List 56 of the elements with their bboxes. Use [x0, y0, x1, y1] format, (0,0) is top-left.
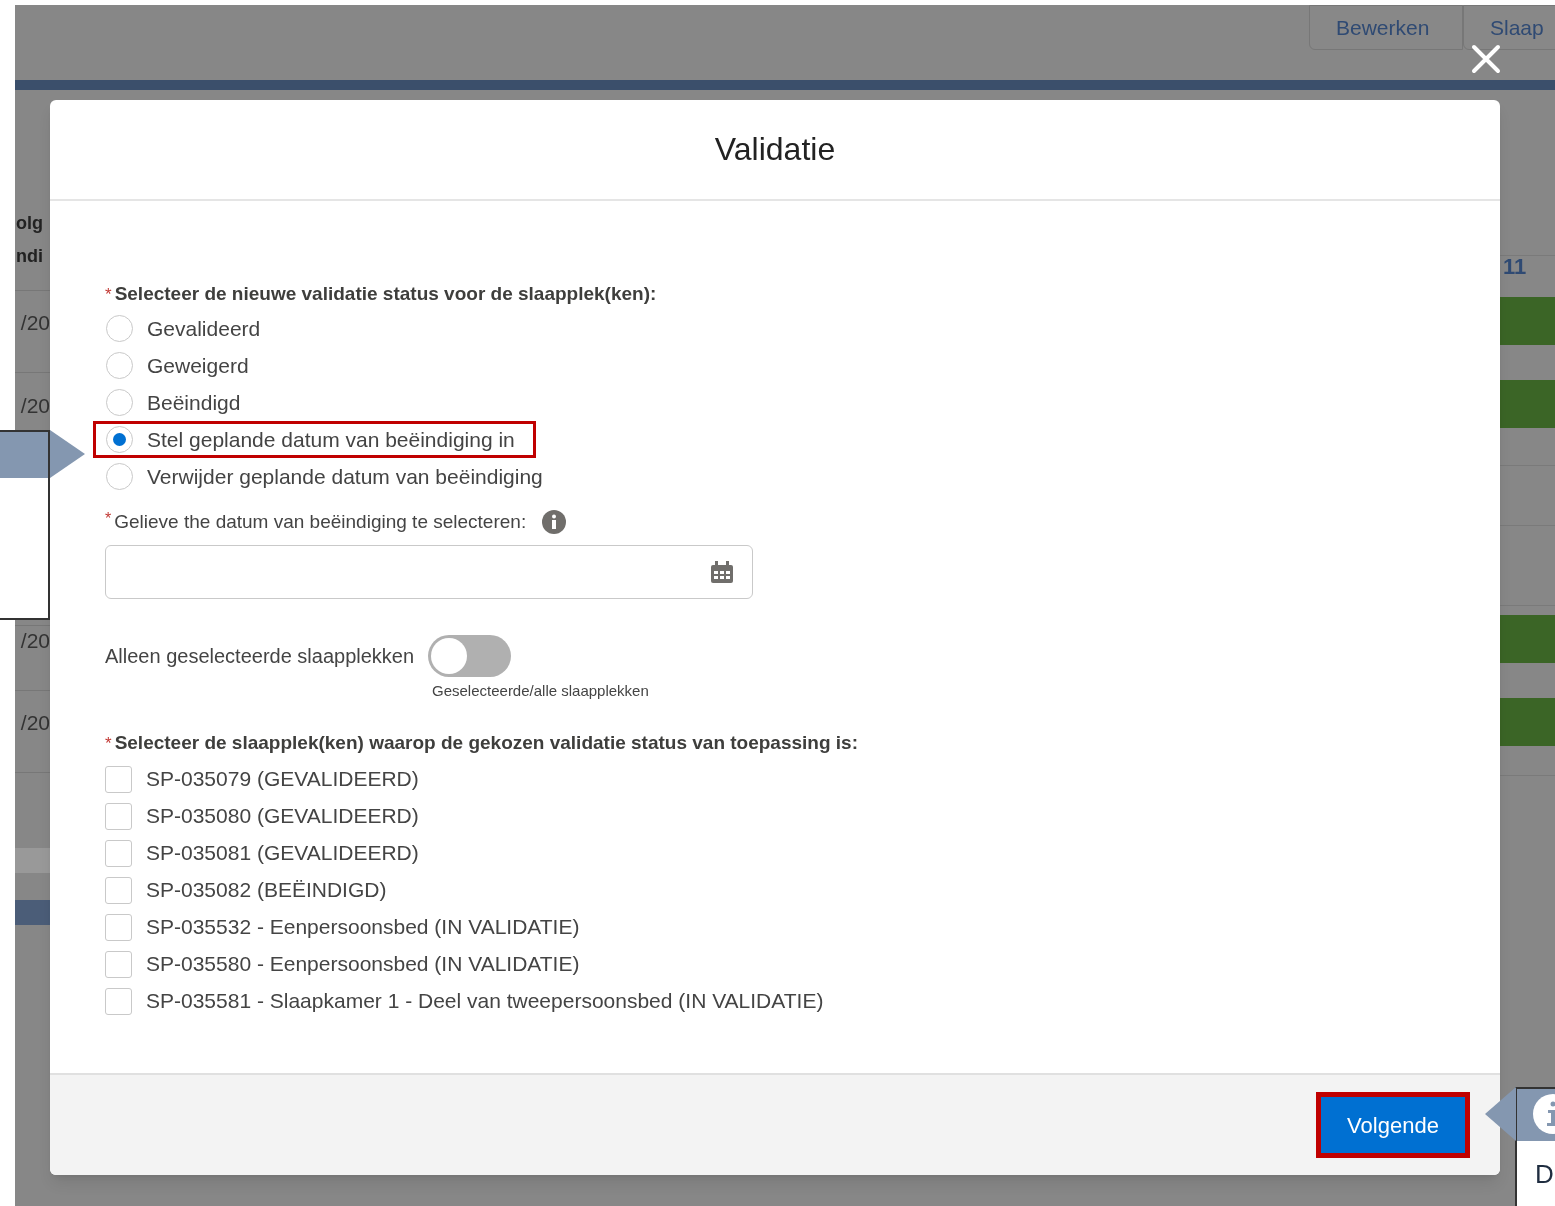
- required-asterisk: *: [105, 732, 112, 755]
- table-cell-text: /20: [19, 310, 50, 336]
- required-asterisk: *: [105, 509, 112, 529]
- toggle-switch[interactable]: [428, 635, 512, 677]
- checkbox[interactable]: [105, 987, 132, 1015]
- table-cell-text: /20: [19, 710, 50, 736]
- checkbox-option[interactable]: SP-035080 (GEVALIDEERD): [105, 797, 419, 835]
- modal-title: Validatie: [714, 129, 836, 169]
- radio-button[interactable]: [106, 426, 133, 453]
- checkbox[interactable]: [105, 839, 132, 867]
- checkbox-option[interactable]: SP-035580 - Eenpersoonsbed (IN VALIDATIE): [105, 945, 580, 983]
- checkbox-option[interactable]: SP-035081 (GEVALIDEERD): [105, 834, 419, 872]
- close-icon[interactable]: [1471, 44, 1501, 74]
- toggle-caption: Geselecteerde/alle slaapplekken: [432, 681, 649, 701]
- next-button[interactable]: Volgende: [1316, 1092, 1470, 1158]
- required-asterisk: *: [105, 284, 112, 306]
- callout-arrow: [1485, 1087, 1516, 1141]
- radio-option[interactable]: Stel geplande datum van beëindiging in: [93, 421, 536, 458]
- booking-bar: [1500, 698, 1555, 746]
- table-cell-text: /20: [19, 628, 50, 654]
- checkbox[interactable]: [105, 913, 132, 941]
- radio-option[interactable]: Geweigerd: [93, 347, 270, 384]
- callout-header: [0, 432, 48, 478]
- booking-bar: [1500, 615, 1555, 663]
- callout-arrow: [50, 430, 85, 478]
- section-bar: [15, 848, 50, 873]
- checkbox-option[interactable]: SP-035082 (BEËINDIGD): [105, 871, 387, 909]
- table-cell-text: /20: [19, 393, 50, 419]
- checkbox[interactable]: [105, 876, 132, 904]
- checkbox[interactable]: [105, 765, 132, 793]
- day-header: 11: [1503, 253, 1527, 281]
- radio-button[interactable]: [106, 352, 133, 379]
- calendar-icon[interactable]: [711, 561, 733, 583]
- radio-option[interactable]: Verwijder geplande datum van beëindiging: [93, 458, 564, 495]
- info-icon: [542, 510, 567, 534]
- column-header-text: olg: [16, 212, 43, 235]
- checkbox-option[interactable]: SP-035532 - Eenpersoonsbed (IN VALIDATIE): [105, 908, 580, 946]
- question-label: Selecteer de nieuwe validatie status voor de slaapplek(ken):: [114, 282, 657, 306]
- checkbox[interactable]: [105, 950, 132, 978]
- checkbox-option[interactable]: SP-035581 - Slaapkamer 1 - Deel van tweepersoonsbed (IN VALIDATIE): [105, 982, 824, 1020]
- checkbox-option[interactable]: SP-035079 (GEVALIDEERD): [105, 760, 419, 798]
- radio-button[interactable]: [106, 315, 133, 342]
- field-label: Gelieve the datum van beëindiging te selecteren:: [114, 509, 527, 534]
- column-header-text: ndi: [16, 245, 43, 268]
- radio-option[interactable]: Gevalideerd: [93, 310, 282, 347]
- radio-button[interactable]: [106, 463, 133, 490]
- booking-bar: [1500, 380, 1555, 428]
- question-label: Selecteer de slaapplek(ken) waarop de gekozen validatie status van toepassing is:: [114, 730, 858, 755]
- radio-button[interactable]: [106, 389, 133, 416]
- toggle-label: Alleen geselecteerde slaapplekken: [105, 644, 415, 669]
- section-bar: [15, 900, 50, 925]
- checkbox[interactable]: [105, 802, 132, 830]
- date-field[interactable]: [105, 545, 753, 599]
- radio-option[interactable]: Beëindigd: [93, 384, 262, 421]
- callout-text: D: [1534, 1158, 1555, 1191]
- booking-bar: [1500, 297, 1555, 345]
